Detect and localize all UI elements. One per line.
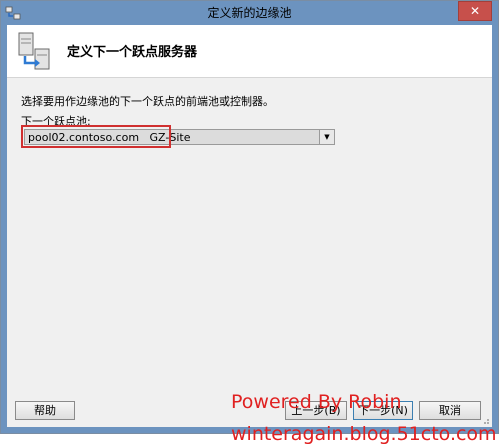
close-button[interactable]: ✕ [458,1,492,21]
cancel-button[interactable]: 取消 [419,401,481,420]
wizard-window: 定义新的边缘池 ✕ 定义下一个跃点服务器 选择要用作边缘池的下一个跃点的前端池或… [0,0,499,445]
help-button[interactable]: 帮助 [15,401,75,420]
watermark-line-1: Powered By Robin [231,391,402,413]
watermark-line-2: winteragain.blog.51cto.com [231,423,497,445]
next-hop-pool-label: 下一个跃点池: [21,115,91,128]
window-title: 定义新的边缘池 [207,6,292,20]
page-title: 定义下一个跃点服务器 [67,45,198,60]
chevron-down-icon[interactable]: ▼ [319,130,334,144]
select-value: pool02.contoso.com GZ-Site [28,131,191,144]
server-arrow-icon [18,32,50,70]
wizard-client-area: 定义下一个跃点服务器 选择要用作边缘池的下一个跃点的前端池或控制器。 下一个跃点… [7,25,497,445]
close-icon: ✕ [469,4,481,18]
title-bar[interactable]: 定义新的边缘池 ✕ [1,1,498,25]
next-hop-pool-select[interactable]: pool02.contoso.com GZ-Site ▼ [24,129,335,145]
wizard-header: 定义下一个跃点服务器 [7,25,492,78]
page-description: 选择要用作边缘池的下一个跃点的前端池或控制器。 [21,95,274,108]
